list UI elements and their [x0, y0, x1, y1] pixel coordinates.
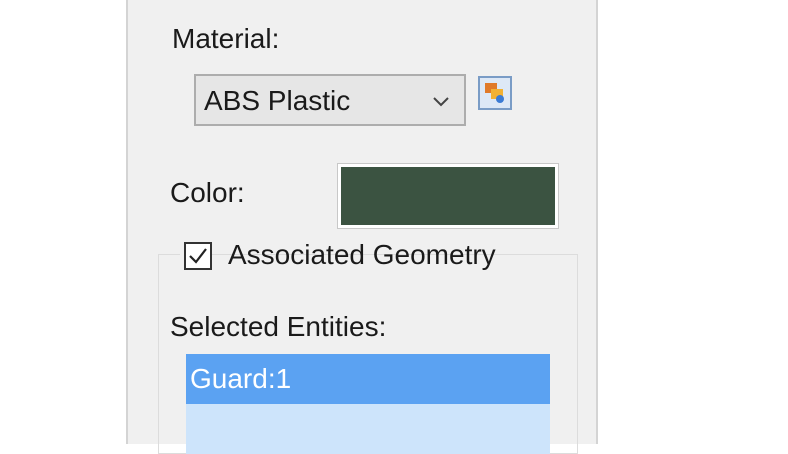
material-dropdown[interactable]: ABS Plastic: [194, 74, 466, 126]
color-label: Color:: [170, 177, 245, 208]
material-label: Material:: [172, 23, 280, 54]
left-blank-area: [0, 0, 126, 444]
material-editor-icon: [485, 83, 504, 103]
right-blank-area: [600, 0, 788, 444]
list-item[interactable]: Guard:1: [186, 354, 550, 404]
material-editor-button[interactable]: [478, 76, 512, 110]
selected-entities-list[interactable]: Guard:1: [186, 354, 550, 454]
material-dropdown-value: ABS Plastic: [204, 85, 351, 116]
color-swatch[interactable]: [337, 163, 559, 229]
associated-geometry-label: Associated Geometry: [228, 239, 496, 270]
associated-geometry-toggle[interactable]: Associated Geometry: [180, 236, 496, 276]
check-icon: [189, 248, 207, 264]
selected-entities-label: Selected Entities:: [170, 311, 387, 342]
associated-geometry-checkbox[interactable]: [184, 242, 212, 270]
list-item-label: Guard:1: [190, 363, 292, 394]
properties-panel: Material: ABS Plastic Color: Associated …: [126, 0, 598, 454]
chevron-down-icon: [433, 97, 449, 107]
